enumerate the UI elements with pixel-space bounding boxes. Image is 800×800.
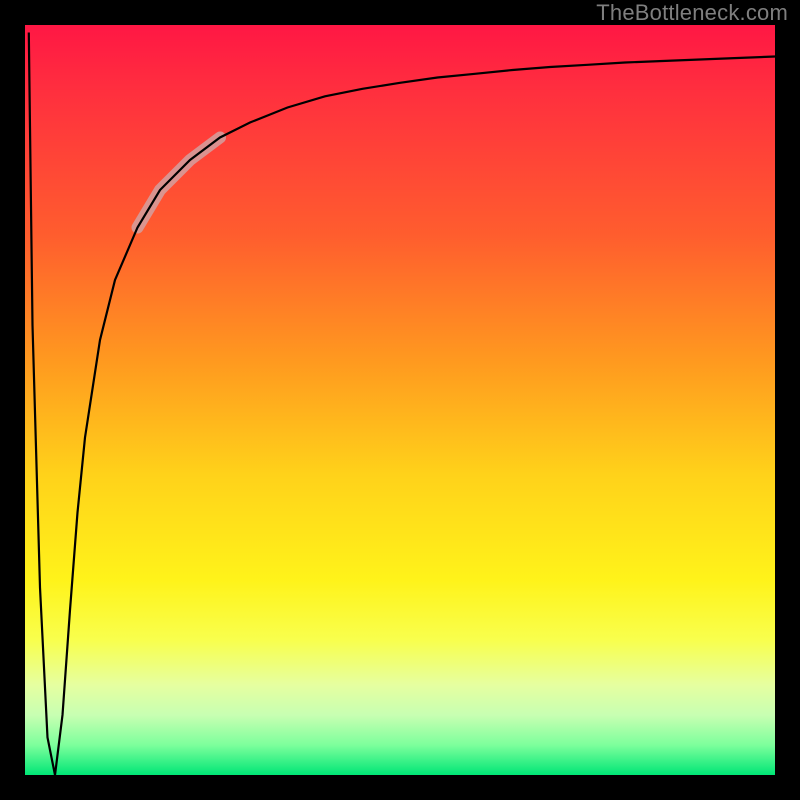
watermark-text: TheBottleneck.com [596, 0, 788, 26]
chart-frame: TheBottleneck.com [0, 0, 800, 800]
curve-highlight [138, 138, 221, 228]
curve-svg [25, 25, 775, 775]
plot-area [25, 25, 775, 775]
bottleneck-curve [29, 33, 775, 776]
